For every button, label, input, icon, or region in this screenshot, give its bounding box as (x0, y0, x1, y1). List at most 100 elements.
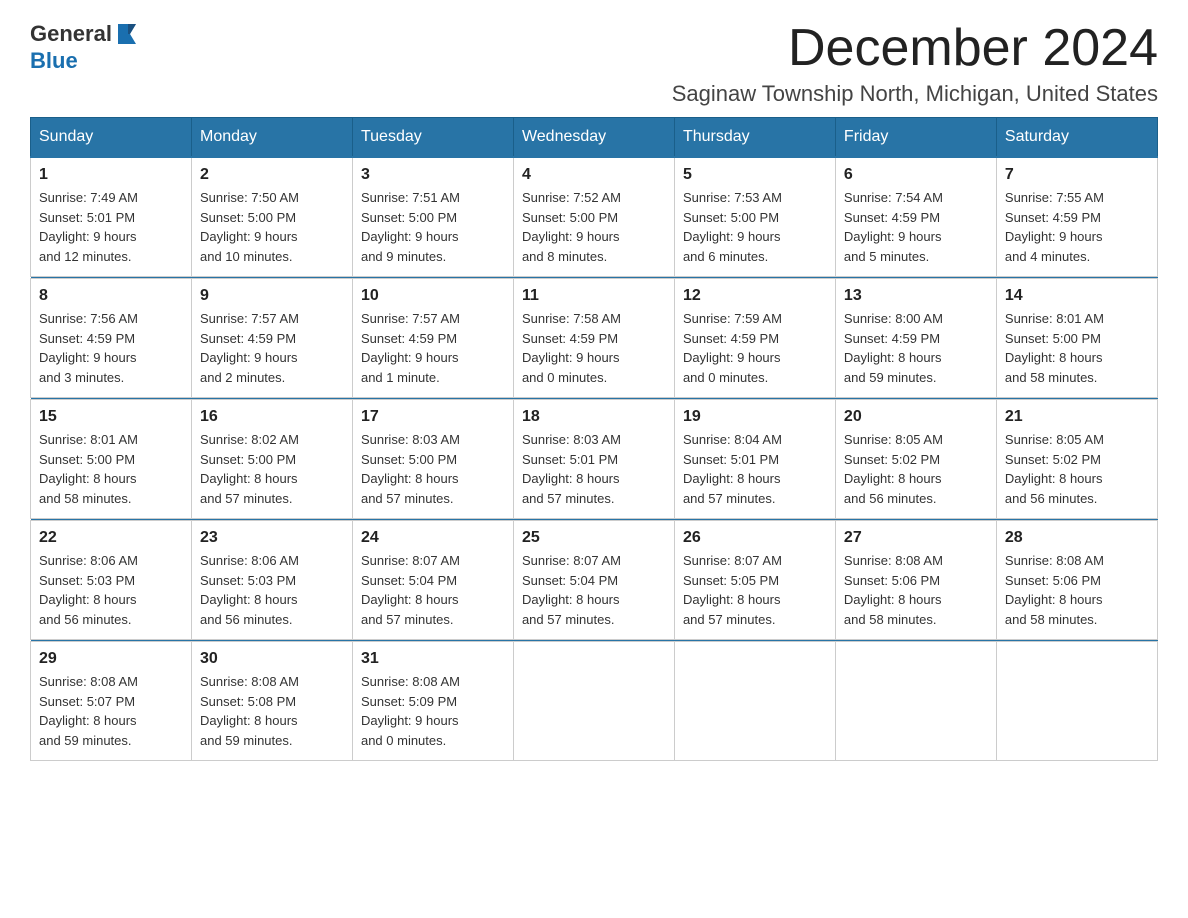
day-info: Sunrise: 7:57 AM Sunset: 4:59 PM Dayligh… (200, 309, 344, 387)
day-info: Sunrise: 8:03 AM Sunset: 5:00 PM Dayligh… (361, 430, 505, 508)
day-number: 25 (522, 529, 666, 547)
table-row: 14 Sunrise: 8:01 AM Sunset: 5:00 PM Dayli… (996, 279, 1157, 398)
day-number: 10 (361, 287, 505, 305)
day-info: Sunrise: 7:51 AM Sunset: 5:00 PM Dayligh… (361, 188, 505, 266)
title-area: December 2024 Saginaw Township North, Mi… (672, 20, 1158, 107)
day-number: 11 (522, 287, 666, 305)
header-tuesday: Tuesday (352, 118, 513, 158)
day-info: Sunrise: 8:02 AM Sunset: 5:00 PM Dayligh… (200, 430, 344, 508)
table-row: 31 Sunrise: 8:08 AM Sunset: 5:09 PM Dayli… (352, 642, 513, 761)
header-friday: Friday (835, 118, 996, 158)
header-thursday: Thursday (674, 118, 835, 158)
day-number: 13 (844, 287, 988, 305)
page-header: General Blue December 2024 Saginaw Towns… (30, 20, 1158, 107)
day-info: Sunrise: 8:07 AM Sunset: 5:05 PM Dayligh… (683, 551, 827, 629)
table-row: 25 Sunrise: 8:07 AM Sunset: 5:04 PM Dayli… (513, 521, 674, 640)
table-row: 16 Sunrise: 8:02 AM Sunset: 5:00 PM Dayli… (191, 400, 352, 519)
day-number: 5 (683, 166, 827, 184)
day-number: 7 (1005, 166, 1149, 184)
table-row (996, 642, 1157, 761)
day-info: Sunrise: 8:08 AM Sunset: 5:08 PM Dayligh… (200, 672, 344, 750)
day-info: Sunrise: 8:08 AM Sunset: 5:07 PM Dayligh… (39, 672, 183, 750)
day-number: 4 (522, 166, 666, 184)
day-number: 28 (1005, 529, 1149, 547)
day-info: Sunrise: 8:08 AM Sunset: 5:06 PM Dayligh… (844, 551, 988, 629)
day-number: 23 (200, 529, 344, 547)
day-number: 24 (361, 529, 505, 547)
table-row: 22 Sunrise: 8:06 AM Sunset: 5:03 PM Dayli… (31, 521, 192, 640)
calendar-table: Sunday Monday Tuesday Wednesday Thursday… (30, 117, 1158, 761)
day-info: Sunrise: 8:01 AM Sunset: 5:00 PM Dayligh… (1005, 309, 1149, 387)
day-info: Sunrise: 7:54 AM Sunset: 4:59 PM Dayligh… (844, 188, 988, 266)
day-number: 1 (39, 166, 183, 184)
table-row: 27Sunrise: 8:08 AM Sunset: 5:06 PM Dayli… (835, 521, 996, 640)
day-info: Sunrise: 8:06 AM Sunset: 5:03 PM Dayligh… (39, 551, 183, 629)
table-row: 26 Sunrise: 8:07 AM Sunset: 5:05 PM Dayli… (674, 521, 835, 640)
header-monday: Monday (191, 118, 352, 158)
day-info: Sunrise: 8:07 AM Sunset: 5:04 PM Dayligh… (361, 551, 505, 629)
day-info: Sunrise: 7:59 AM Sunset: 4:59 PM Dayligh… (683, 309, 827, 387)
table-row: 5Sunrise: 7:53 AM Sunset: 5:00 PM Daylig… (674, 157, 835, 277)
day-info: Sunrise: 7:55 AM Sunset: 4:59 PM Dayligh… (1005, 188, 1149, 266)
day-info: Sunrise: 7:58 AM Sunset: 4:59 PM Dayligh… (522, 309, 666, 387)
table-row: 11 Sunrise: 7:58 AM Sunset: 4:59 PM Dayli… (513, 279, 674, 398)
day-info: Sunrise: 7:52 AM Sunset: 5:00 PM Dayligh… (522, 188, 666, 266)
logo-general: General (30, 21, 112, 47)
day-info: Sunrise: 8:00 AM Sunset: 4:59 PM Dayligh… (844, 309, 988, 387)
calendar-week-row: 22 Sunrise: 8:06 AM Sunset: 5:03 PM Dayli… (31, 521, 1158, 640)
table-row: 20 Sunrise: 8:05 AM Sunset: 5:02 PM Dayli… (835, 400, 996, 519)
header-sunday: Sunday (31, 118, 192, 158)
day-number: 19 (683, 408, 827, 426)
day-number: 14 (1005, 287, 1149, 305)
day-info: Sunrise: 8:03 AM Sunset: 5:01 PM Dayligh… (522, 430, 666, 508)
day-info: Sunrise: 8:05 AM Sunset: 5:02 PM Dayligh… (844, 430, 988, 508)
day-info: Sunrise: 8:01 AM Sunset: 5:00 PM Dayligh… (39, 430, 183, 508)
table-row: 1 Sunrise: 7:49 AM Sunset: 5:01 PM Daylig… (31, 157, 192, 277)
header-saturday: Saturday (996, 118, 1157, 158)
day-number: 21 (1005, 408, 1149, 426)
day-number: 9 (200, 287, 344, 305)
calendar-week-row: 15 Sunrise: 8:01 AM Sunset: 5:00 PM Dayli… (31, 400, 1158, 519)
table-row: 2 Sunrise: 7:50 AM Sunset: 5:00 PM Daylig… (191, 157, 352, 277)
table-row (513, 642, 674, 761)
table-row: 18 Sunrise: 8:03 AM Sunset: 5:01 PM Dayli… (513, 400, 674, 519)
day-info: Sunrise: 7:50 AM Sunset: 5:00 PM Dayligh… (200, 188, 344, 266)
table-row: 13 Sunrise: 8:00 AM Sunset: 4:59 PM Dayli… (835, 279, 996, 398)
day-number: 31 (361, 650, 505, 668)
table-row: 9 Sunrise: 7:57 AM Sunset: 4:59 PM Daylig… (191, 279, 352, 398)
day-number: 26 (683, 529, 827, 547)
table-row: 24 Sunrise: 8:07 AM Sunset: 5:04 PM Dayli… (352, 521, 513, 640)
calendar-header-row: Sunday Monday Tuesday Wednesday Thursday… (31, 118, 1158, 158)
day-info: Sunrise: 8:08 AM Sunset: 5:06 PM Dayligh… (1005, 551, 1149, 629)
calendar-week-row: 1 Sunrise: 7:49 AM Sunset: 5:01 PM Daylig… (31, 157, 1158, 277)
day-number: 6 (844, 166, 988, 184)
calendar-week-row: 29Sunrise: 8:08 AM Sunset: 5:07 PM Dayli… (31, 642, 1158, 761)
table-row: 21 Sunrise: 8:05 AM Sunset: 5:02 PM Dayli… (996, 400, 1157, 519)
day-number: 15 (39, 408, 183, 426)
day-number: 2 (200, 166, 344, 184)
table-row: 10Sunrise: 7:57 AM Sunset: 4:59 PM Dayli… (352, 279, 513, 398)
table-row (835, 642, 996, 761)
table-row: 17Sunrise: 8:03 AM Sunset: 5:00 PM Dayli… (352, 400, 513, 519)
day-number: 12 (683, 287, 827, 305)
day-info: Sunrise: 8:07 AM Sunset: 5:04 PM Dayligh… (522, 551, 666, 629)
day-number: 22 (39, 529, 183, 547)
day-info: Sunrise: 8:04 AM Sunset: 5:01 PM Dayligh… (683, 430, 827, 508)
day-number: 16 (200, 408, 344, 426)
day-info: Sunrise: 8:06 AM Sunset: 5:03 PM Dayligh… (200, 551, 344, 629)
location-subtitle: Saginaw Township North, Michigan, United… (672, 81, 1158, 107)
day-number: 18 (522, 408, 666, 426)
day-info: Sunrise: 7:49 AM Sunset: 5:01 PM Dayligh… (39, 188, 183, 266)
day-info: Sunrise: 8:08 AM Sunset: 5:09 PM Dayligh… (361, 672, 505, 750)
day-info: Sunrise: 7:56 AM Sunset: 4:59 PM Dayligh… (39, 309, 183, 387)
table-row: 29Sunrise: 8:08 AM Sunset: 5:07 PM Dayli… (31, 642, 192, 761)
table-row (674, 642, 835, 761)
table-row: 19 Sunrise: 8:04 AM Sunset: 5:01 PM Dayli… (674, 400, 835, 519)
day-number: 30 (200, 650, 344, 668)
day-number: 3 (361, 166, 505, 184)
table-row: 7 Sunrise: 7:55 AM Sunset: 4:59 PM Daylig… (996, 157, 1157, 277)
table-row: 12 Sunrise: 7:59 AM Sunset: 4:59 PM Dayli… (674, 279, 835, 398)
day-info: Sunrise: 8:05 AM Sunset: 5:02 PM Dayligh… (1005, 430, 1149, 508)
day-number: 20 (844, 408, 988, 426)
table-row: 8Sunrise: 7:56 AM Sunset: 4:59 PM Daylig… (31, 279, 192, 398)
